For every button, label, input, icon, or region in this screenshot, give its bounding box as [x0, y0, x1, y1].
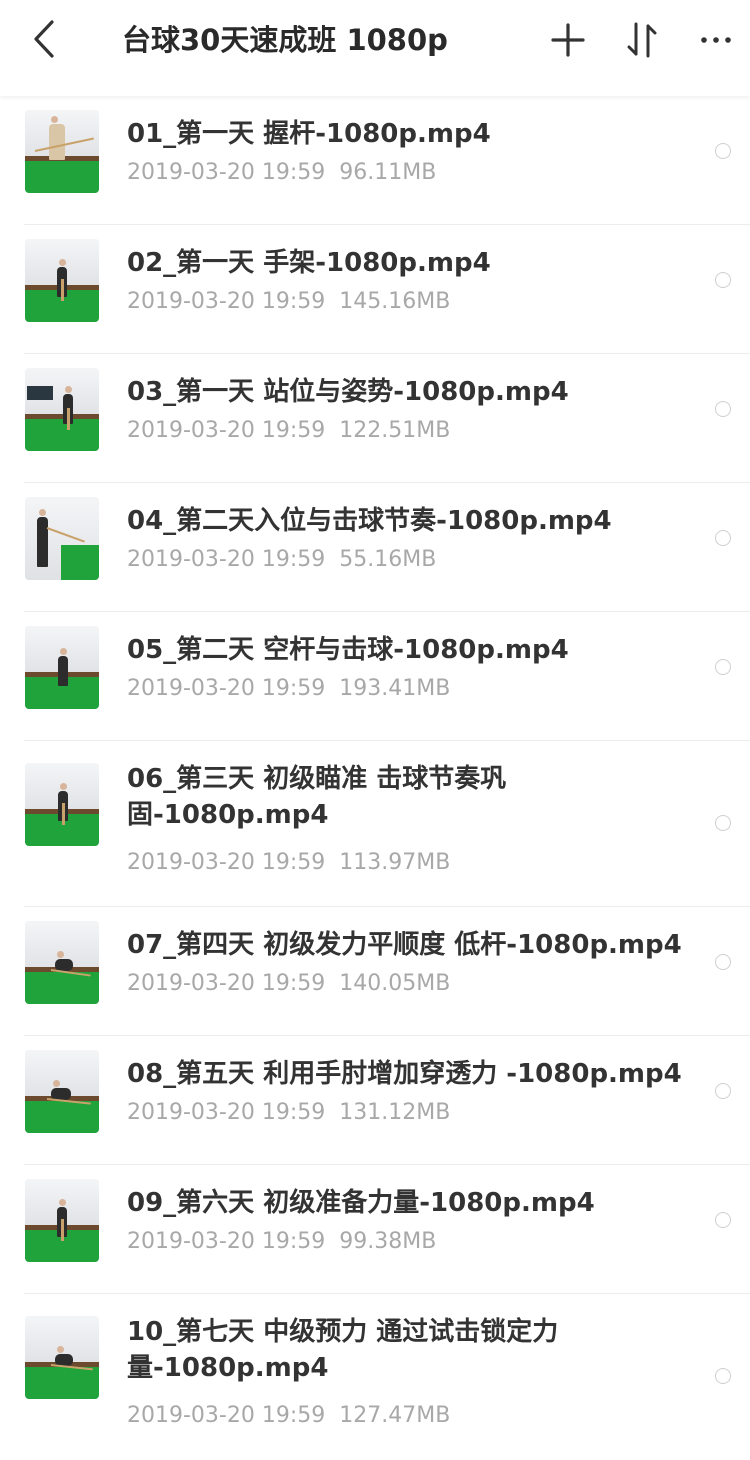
file-row[interactable]: 06_第三天 初级瞄准 击球节奏巩固-1080p.mp4 2019-03-20 …	[0, 741, 750, 907]
add-button[interactable]	[544, 16, 592, 64]
file-size: 122.51MB	[339, 418, 451, 443]
radio-circle-icon[interactable]	[715, 1368, 731, 1384]
file-size: 131.12MB	[339, 1100, 451, 1125]
video-thumbnail	[25, 368, 99, 451]
more-button[interactable]	[692, 16, 740, 64]
radio-circle-icon[interactable]	[715, 143, 731, 159]
file-date: 2019-03-20 19:59	[127, 1100, 326, 1125]
video-thumbnail	[25, 1050, 99, 1133]
file-name: 08_第五天 利用手肘增加穿透力 -1080p.mp4	[127, 1059, 682, 1089]
file-size: 55.16MB	[339, 547, 437, 572]
file-name: 07_第四天 初级发力平顺度 低杆-1080p.mp4	[127, 930, 682, 960]
file-name: 10_第七天 中级预力 通过试击锁定力量-1080p.mp4	[127, 1317, 559, 1383]
file-meta: 2019-03-20 19:59 145.16MB	[127, 287, 450, 317]
file-row[interactable]: 01_第一天 握杆-1080p.mp4 2019-03-20 19:59 96.…	[0, 96, 750, 225]
file-date: 2019-03-20 19:59	[127, 1229, 326, 1254]
file-row[interactable]: 02_第一天 手架-1080p.mp4 2019-03-20 19:59 145…	[0, 225, 750, 354]
file-size: 145.16MB	[339, 289, 451, 314]
ellipsis-icon	[701, 37, 731, 43]
file-date: 2019-03-20 19:59	[127, 547, 326, 572]
file-row[interactable]: 10_第七天 中级预力 通过试击锁定力量-1080p.mp4 2019-03-2…	[0, 1294, 750, 1460]
file-date: 2019-03-20 19:59	[127, 160, 326, 185]
file-name: 05_第二天 空杆与击球-1080p.mp4	[127, 635, 569, 665]
file-meta: 2019-03-20 19:59 193.41MB	[127, 674, 450, 704]
file-meta: 2019-03-20 19:59 99.38MB	[127, 1227, 436, 1257]
file-size: 193.41MB	[339, 676, 451, 701]
video-thumbnail	[25, 626, 99, 709]
file-name: 04_第二天入位与击球节奏-1080p.mp4	[127, 506, 612, 536]
video-thumbnail	[25, 921, 99, 1004]
file-name: 03_第一天 站位与姿势-1080p.mp4	[127, 377, 569, 407]
file-date: 2019-03-20 19:59	[127, 418, 326, 443]
file-meta: 2019-03-20 19:59 96.11MB	[127, 158, 436, 188]
file-meta: 2019-03-20 19:59 127.47MB	[127, 1401, 450, 1431]
file-row[interactable]: 03_第一天 站位与姿势-1080p.mp4 2019-03-20 19:59 …	[0, 354, 750, 483]
file-row[interactable]: 09_第六天 初级准备力量-1080p.mp4 2019-03-20 19:59…	[0, 1165, 750, 1294]
video-thumbnail	[25, 239, 99, 322]
video-thumbnail	[25, 1316, 99, 1399]
file-row[interactable]: 05_第二天 空杆与击球-1080p.mp4 2019-03-20 19:59 …	[0, 612, 750, 741]
file-size: 140.05MB	[339, 971, 451, 996]
video-thumbnail	[25, 763, 99, 846]
file-row[interactable]: 08_第五天 利用手肘增加穿透力 -1080p.mp4 2019-03-20 1…	[0, 1036, 750, 1165]
sort-button[interactable]	[618, 16, 666, 64]
video-thumbnail	[25, 1179, 99, 1262]
file-meta: 2019-03-20 19:59 113.97MB	[127, 848, 450, 878]
file-meta: 2019-03-20 19:59 55.16MB	[127, 545, 436, 575]
top-bar: 台球30天速成班 1080p	[0, 0, 750, 96]
page-title: 台球30天速成班 1080p	[122, 23, 448, 57]
radio-circle-icon[interactable]	[715, 815, 731, 831]
radio-circle-icon[interactable]	[715, 401, 731, 417]
file-date: 2019-03-20 19:59	[127, 971, 326, 996]
file-name: 06_第三天 初级瞄准 击球节奏巩固-1080p.mp4	[127, 764, 507, 830]
file-meta: 2019-03-20 19:59 122.51MB	[127, 416, 450, 446]
file-row[interactable]: 07_第四天 初级发力平顺度 低杆-1080p.mp4 2019-03-20 1…	[0, 907, 750, 1036]
file-date: 2019-03-20 19:59	[127, 850, 326, 875]
file-name: 09_第六天 初级准备力量-1080p.mp4	[127, 1188, 595, 1218]
video-thumbnail	[25, 110, 99, 193]
file-row[interactable]: 04_第二天入位与击球节奏-1080p.mp4 2019-03-20 19:59…	[0, 483, 750, 612]
file-size: 127.47MB	[339, 1403, 451, 1428]
plus-icon	[551, 23, 585, 57]
file-date: 2019-03-20 19:59	[127, 676, 326, 701]
chevron-left-icon	[34, 20, 54, 58]
file-meta: 2019-03-20 19:59 131.12MB	[127, 1098, 450, 1128]
file-date: 2019-03-20 19:59	[127, 289, 326, 314]
file-date: 2019-03-20 19:59	[127, 1403, 326, 1428]
file-size: 113.97MB	[339, 850, 451, 875]
radio-circle-icon[interactable]	[715, 954, 731, 970]
file-meta: 2019-03-20 19:59 140.05MB	[127, 969, 450, 999]
file-list: 01_第一天 握杆-1080p.mp4 2019-03-20 19:59 96.…	[0, 96, 750, 1460]
file-size: 99.38MB	[339, 1229, 437, 1254]
video-thumbnail	[25, 497, 99, 580]
radio-circle-icon[interactable]	[715, 530, 731, 546]
radio-circle-icon[interactable]	[715, 1212, 731, 1228]
radio-circle-icon[interactable]	[715, 1083, 731, 1099]
file-name: 02_第一天 手架-1080p.mp4	[127, 248, 491, 278]
file-size: 96.11MB	[339, 160, 437, 185]
back-button[interactable]	[26, 14, 68, 64]
radio-circle-icon[interactable]	[715, 272, 731, 288]
radio-circle-icon[interactable]	[715, 659, 731, 675]
sort-arrows-icon	[627, 22, 657, 58]
file-name: 01_第一天 握杆-1080p.mp4	[127, 119, 491, 149]
